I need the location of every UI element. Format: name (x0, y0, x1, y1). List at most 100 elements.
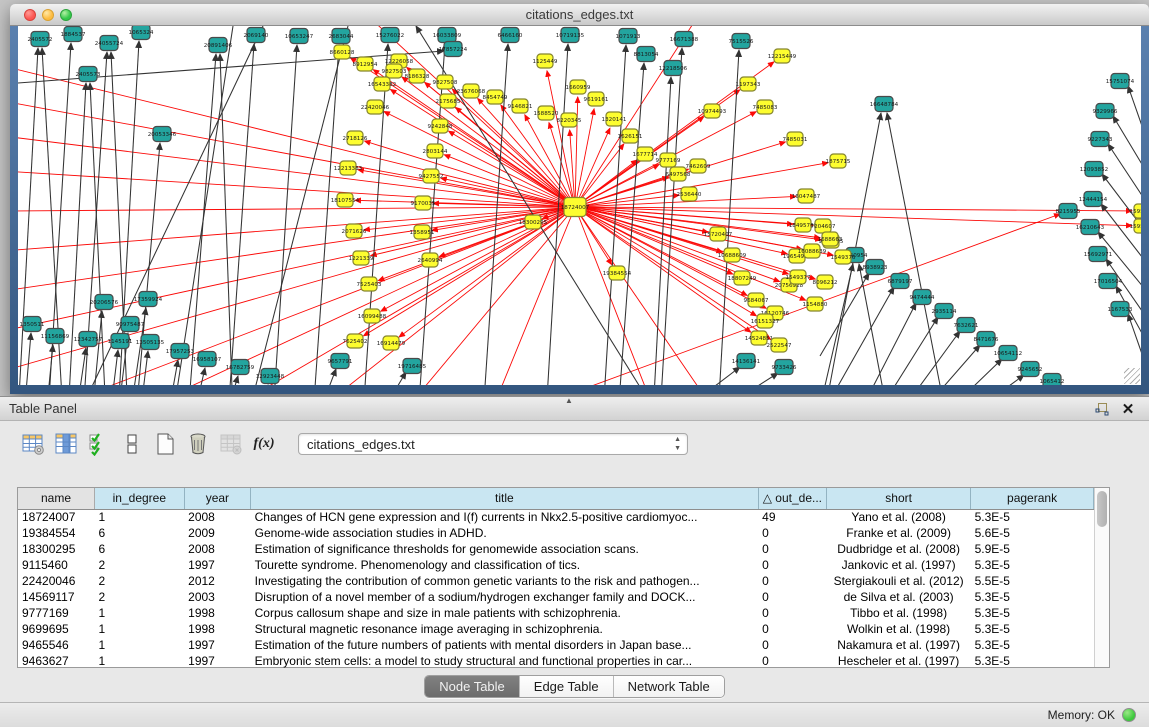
graph-edge-red[interactable] (575, 207, 658, 385)
cell-year[interactable]: 2012 (184, 573, 250, 589)
cell-in_degree[interactable]: 1 (95, 637, 185, 653)
cell-out_degree[interactable]: 0 (758, 525, 826, 541)
cell-pagerank[interactable]: 5.3E-5 (971, 605, 1094, 621)
network-canvas-svg[interactable]: 2405572188453724055724106532420891406206… (18, 26, 1141, 385)
cell-name[interactable]: 18724007 (18, 509, 95, 525)
cell-in_degree[interactable]: 1 (95, 621, 185, 637)
cell-out_degree[interactable]: 0 (758, 557, 826, 573)
graph-edge-black[interactable] (603, 45, 626, 385)
cell-out_degree[interactable]: 0 (758, 605, 826, 621)
cell-title[interactable]: Tourette syndrome. Phenomenology and cla… (251, 557, 759, 573)
graph-edge-black[interactable] (673, 367, 740, 385)
cell-name[interactable]: 19384554 (18, 525, 95, 541)
table-row[interactable]: 946554611997Estimation of the future num… (18, 637, 1094, 653)
graph-edge-black[interactable] (898, 331, 960, 385)
cell-in_degree[interactable]: 1 (95, 509, 185, 525)
cell-short[interactable]: Dudbridge et al. (2008) (827, 541, 971, 557)
network-table-select[interactable]: citations_edges.txt▲▼ (298, 433, 688, 455)
cell-pagerank[interactable]: 5.3E-5 (971, 509, 1094, 525)
cell-short[interactable]: Franke et al. (2009) (827, 525, 971, 541)
cell-out_degree[interactable]: 0 (758, 589, 826, 605)
cell-pagerank[interactable]: 5.3E-5 (971, 653, 1094, 669)
cell-pagerank[interactable]: 5.3E-5 (971, 621, 1094, 637)
tab-node-table[interactable]: Node Table (425, 676, 520, 697)
graph-edge-red[interactable] (18, 207, 575, 291)
table-row[interactable]: 1830029562008Estimation of significance … (18, 541, 1094, 557)
cell-in_degree[interactable]: 2 (95, 589, 185, 605)
graph-edge-black[interactable] (24, 333, 31, 385)
graph-edge-red[interactable] (218, 207, 575, 385)
cell-title[interactable]: Corpus callosum shape and size in male p… (251, 605, 759, 621)
graph-edge-black[interactable] (78, 26, 263, 385)
table-settings-icon[interactable] (20, 431, 46, 457)
panel-divider-handle[interactable]: ▲ (565, 396, 573, 405)
cell-pagerank[interactable]: 5.3E-5 (971, 557, 1094, 573)
column-header-title[interactable]: title (251, 488, 759, 509)
graph-edge-black[interactable] (943, 359, 1002, 385)
cell-pagerank[interactable]: 5.6E-5 (971, 525, 1094, 541)
table-panel-titlebar[interactable]: Table Panel ▲ ✕ (0, 397, 1149, 421)
graph-edge-black[interactable] (918, 345, 980, 385)
cell-short[interactable]: Yano et al. (2008) (827, 509, 971, 525)
new-table-icon[interactable] (152, 431, 178, 457)
close-panel-icon[interactable]: ✕ (1119, 400, 1137, 418)
cell-name[interactable]: 9115460 (18, 557, 95, 573)
cell-short[interactable]: Stergiakouli et al. (2012) (827, 573, 971, 589)
graph-edge-black[interactable] (173, 26, 233, 385)
cell-name[interactable]: 22420046 (18, 573, 95, 589)
graph-edge-black[interactable] (18, 48, 38, 385)
cell-name[interactable]: 18300295 (18, 541, 95, 557)
table-row[interactable]: 969969511998Structural magnetic resonanc… (18, 621, 1094, 637)
cell-title[interactable]: Structural magnetic resonance image aver… (251, 621, 759, 637)
cell-year[interactable]: 1998 (184, 605, 250, 621)
cell-year[interactable]: 2003 (184, 589, 250, 605)
graph-edge-red[interactable] (384, 111, 575, 207)
graph-edge-black[interactable] (313, 45, 339, 385)
cell-out_degree[interactable]: 0 (758, 541, 826, 557)
table-row[interactable]: 1456911722003Disruption of a novel membe… (18, 589, 1094, 605)
delete-table-icon[interactable] (185, 431, 211, 457)
cell-year[interactable]: 2008 (184, 509, 250, 525)
cell-year[interactable]: 1998 (184, 621, 250, 637)
graph-edge-red[interactable] (18, 207, 575, 211)
graph-edge-black[interactable] (887, 113, 946, 385)
cell-in_degree[interactable]: 2 (95, 557, 185, 573)
graph-edge-black[interactable] (110, 350, 118, 385)
graph-edge-black[interactable] (858, 303, 916, 385)
graph-edge-red[interactable] (433, 203, 575, 207)
scrollbar-thumb[interactable] (1097, 491, 1107, 527)
cell-title[interactable]: Investigating the contribution of common… (251, 573, 759, 589)
cell-short[interactable]: Hescheler et al. (1997) (827, 653, 971, 669)
cell-title[interactable]: Disruption of a novel member of a sodium… (251, 589, 759, 605)
column-header-year[interactable]: year (184, 488, 250, 509)
cell-out_degree[interactable]: 49 (758, 509, 826, 525)
cell-out_degree[interactable]: 0 (758, 637, 826, 653)
graph-edge-red[interactable] (575, 195, 679, 207)
column-header-short[interactable]: short (827, 488, 971, 509)
network-canvas[interactable]: 2405572188453724055724106532420891406206… (18, 26, 1141, 385)
memory-status-icon[interactable] (1122, 708, 1136, 722)
graph-edge-black[interactable] (1113, 116, 1141, 176)
cell-title[interactable]: Embryonic stem cells: a model to study s… (251, 653, 759, 669)
column-chooser-icon[interactable] (53, 431, 79, 457)
cell-title[interactable]: Estimation of the future numbers of pati… (251, 637, 759, 653)
graph-edge-black[interactable] (1128, 314, 1141, 374)
graph-edge-black[interactable] (380, 372, 406, 385)
network-window-titlebar[interactable]: citations_edges.txt (10, 4, 1149, 26)
cell-in_degree[interactable]: 2 (95, 573, 185, 589)
float-panel-icon[interactable] (1093, 400, 1111, 418)
row-height-icon[interactable] (119, 431, 145, 457)
tab-network-table[interactable]: Network Table (614, 676, 724, 697)
cell-name[interactable]: 9699695 (18, 621, 95, 637)
cell-short[interactable]: de Silva et al. (2003) (827, 589, 971, 605)
column-header-pagerank[interactable]: pagerank (971, 488, 1094, 509)
cell-pagerank[interactable]: 5.5E-5 (971, 573, 1094, 589)
cell-name[interactable]: 9463627 (18, 653, 95, 669)
graph-edge-black[interactable] (248, 26, 348, 385)
graph-edge-red[interactable] (18, 207, 575, 251)
select-rows-icon[interactable] (86, 431, 112, 457)
cell-out_degree[interactable]: 0 (758, 653, 826, 669)
column-header-in_degree[interactable]: in_degree (95, 488, 185, 509)
column-header-out_degree[interactable]: △ out_de... (758, 488, 826, 509)
graph-edge-black[interactable] (92, 311, 102, 385)
